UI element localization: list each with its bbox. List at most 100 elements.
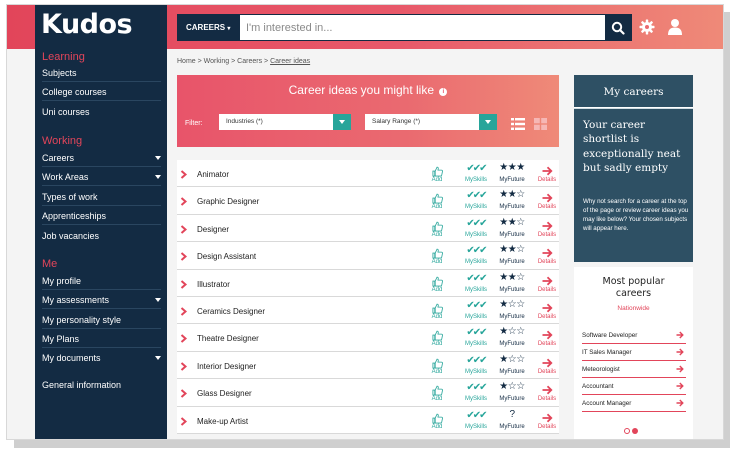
sidebar-item-my-documents[interactable]: My documents [42, 353, 161, 366]
myfuture-label[interactable]: MyFuture [493, 369, 531, 375]
career-row[interactable]: Design Assistant Add ✔✔✔ MySkills ★★☆ MyFutur… [177, 242, 559, 270]
sidebar-item-my-personality-style[interactable]: My personality style [42, 315, 161, 329]
career-name[interactable]: Make-up Artist [197, 417, 248, 426]
brand-logo[interactable]: Kudos [41, 9, 133, 40]
popular-career-item[interactable]: Account Manager [582, 395, 686, 412]
chevron-right-icon[interactable] [180, 389, 188, 398]
sidebar-item-uni-courses[interactable]: Uni courses [42, 107, 161, 120]
popular-career-item[interactable]: Accountant [582, 378, 686, 395]
career-name[interactable]: Glass Designer [197, 389, 252, 398]
chevron-right-icon[interactable] [180, 334, 188, 344]
career-row[interactable]: Theatre Designer Add ✔✔✔ MySkills ★☆☆ MyFutur… [177, 324, 559, 352]
career-row[interactable]: Interior Designer Add ✔✔✔ MySkills ★☆☆ MyFutu… [177, 352, 559, 380]
info-icon[interactable]: i [439, 88, 448, 96]
add-label[interactable]: Add [429, 287, 445, 293]
sidebar-item-college-courses[interactable]: College courses [42, 87, 161, 101]
myskills-label[interactable]: MySkills [460, 259, 492, 265]
chevron-right-icon[interactable] [180, 252, 188, 261]
career-name[interactable]: Illustrator [197, 280, 230, 289]
chevron-right-icon[interactable] [180, 361, 188, 371]
add-label[interactable]: Add [429, 369, 445, 375]
popular-career-item[interactable]: Software Developer [582, 327, 686, 344]
details-label[interactable]: Details [535, 287, 559, 293]
career-row[interactable]: Ceramics Designer Add ✔✔✔ MySkills ★☆☆ MyFutu… [177, 297, 559, 325]
career-name[interactable]: Designer [197, 225, 229, 234]
myfuture-label[interactable]: MyFuture [493, 287, 531, 293]
myfuture-label[interactable]: MyFuture [493, 424, 531, 430]
career-row[interactable]: Graphic Designer Add ✔✔✔ MySkills ★★☆ MyFutur… [177, 187, 559, 215]
career-row[interactable]: Animator Add ✔✔✔ MySkills ★★★ MyFuture Details [177, 160, 559, 188]
breadcrumb-current[interactable]: Career ideas [270, 58, 310, 65]
carousel-dot[interactable] [624, 428, 630, 434]
sidebar-item-apprenticeships[interactable]: Apprenticeships [42, 211, 161, 225]
myfuture-label[interactable]: MyFuture [493, 259, 531, 265]
popular-scope[interactable]: Nationwide [574, 305, 693, 312]
chevron-right-icon[interactable] [180, 225, 188, 234]
search-category-dropdown[interactable]: CAREERS ▾ [178, 15, 240, 40]
details-label[interactable]: Details [535, 314, 559, 320]
details-label[interactable]: Details [535, 396, 559, 402]
chevron-right-icon[interactable] [180, 170, 188, 179]
details-label[interactable]: Details [535, 341, 559, 347]
add-label[interactable]: Add [429, 314, 445, 320]
details-label[interactable]: Details [535, 177, 559, 183]
add-label[interactable]: Add [429, 341, 445, 347]
industries-filter-select[interactable]: Industries (*) [219, 114, 351, 130]
chevron-right-icon[interactable] [180, 279, 188, 289]
myfuture-label[interactable]: MyFuture [493, 232, 531, 238]
add-label[interactable]: Add [429, 232, 445, 238]
search-input[interactable] [246, 15, 601, 40]
popular-career-item[interactable]: Meteorologist [582, 361, 686, 378]
myfuture-label[interactable]: MyFuture [493, 177, 531, 183]
details-label[interactable]: Details [535, 424, 559, 430]
carousel-dot-active[interactable] [632, 428, 638, 434]
myskills-label[interactable]: MySkills [460, 287, 492, 293]
details-label[interactable]: Details [535, 232, 559, 238]
myskills-label[interactable]: MySkills [460, 314, 492, 320]
sidebar-item-my-plans[interactable]: My Plans [42, 334, 161, 348]
add-label[interactable]: Add [429, 259, 445, 265]
add-label[interactable]: Add [429, 396, 445, 402]
chevron-right-icon[interactable] [180, 416, 188, 426]
career-name[interactable]: Theatre Designer [197, 334, 259, 343]
sidebar-item-subjects[interactable]: Subjects [42, 68, 161, 82]
myfuture-label[interactable]: MyFuture [493, 396, 531, 402]
myskills-label[interactable]: MySkills [460, 177, 492, 183]
breadcrumb-trail[interactable]: Home > Working > Careers > [177, 58, 270, 65]
add-label[interactable]: Add [429, 204, 445, 210]
details-label[interactable]: Details [535, 369, 559, 375]
myfuture-label[interactable]: MyFuture [493, 204, 531, 210]
popular-career-item[interactable]: IT Sales Manager [582, 344, 686, 361]
list-view-button[interactable] [511, 117, 525, 135]
career-name[interactable]: Graphic Designer [197, 197, 259, 206]
add-label[interactable]: Add [429, 424, 445, 430]
sidebar-item-general-information[interactable]: General information [42, 380, 161, 393]
myskills-label[interactable]: MySkills [460, 232, 492, 238]
sidebar-item-work-areas[interactable]: Work Areas [42, 172, 161, 186]
search-button[interactable] [605, 15, 631, 40]
chevron-right-icon[interactable] [180, 307, 188, 316]
details-label[interactable]: Details [535, 259, 559, 265]
career-name[interactable]: Ceramics Designer [197, 307, 265, 316]
career-row[interactable]: Illustrator Add ✔✔✔ MySkills ★★☆ MyFuture Deta… [177, 270, 559, 297]
career-name[interactable]: Animator [197, 170, 229, 179]
details-label[interactable]: Details [535, 204, 559, 210]
career-row[interactable]: Make-up Artist Add ✔✔✔ MySkills? MyFuture Det… [177, 407, 559, 434]
add-label[interactable]: Add [429, 177, 445, 183]
myfuture-label[interactable]: MyFuture [493, 341, 531, 347]
sidebar-item-job-vacancies[interactable]: Job vacancies [42, 231, 161, 244]
account-button[interactable] [667, 18, 683, 40]
myskills-label[interactable]: MySkills [460, 424, 492, 430]
myskills-label[interactable]: MySkills [460, 204, 492, 210]
sidebar-item-my-profile[interactable]: My profile [42, 276, 161, 290]
chevron-right-icon[interactable] [180, 197, 188, 207]
settings-button[interactable] [639, 19, 655, 40]
myfuture-label[interactable]: MyFuture [493, 314, 531, 320]
salary-filter-select[interactable]: Salary Range (*) [365, 114, 497, 130]
career-row[interactable]: Glass Designer Add ✔✔✔ MySkills ★☆☆ MyFuture D… [177, 379, 559, 407]
sidebar-item-types-of-work[interactable]: Types of work [42, 192, 161, 206]
myskills-label[interactable]: MySkills [460, 341, 492, 347]
grid-view-button[interactable] [534, 117, 547, 135]
career-name[interactable]: Interior Designer [197, 362, 256, 371]
career-row[interactable]: Designer Add ✔✔✔ MySkills ★★☆ MyFuture Details [177, 215, 559, 243]
